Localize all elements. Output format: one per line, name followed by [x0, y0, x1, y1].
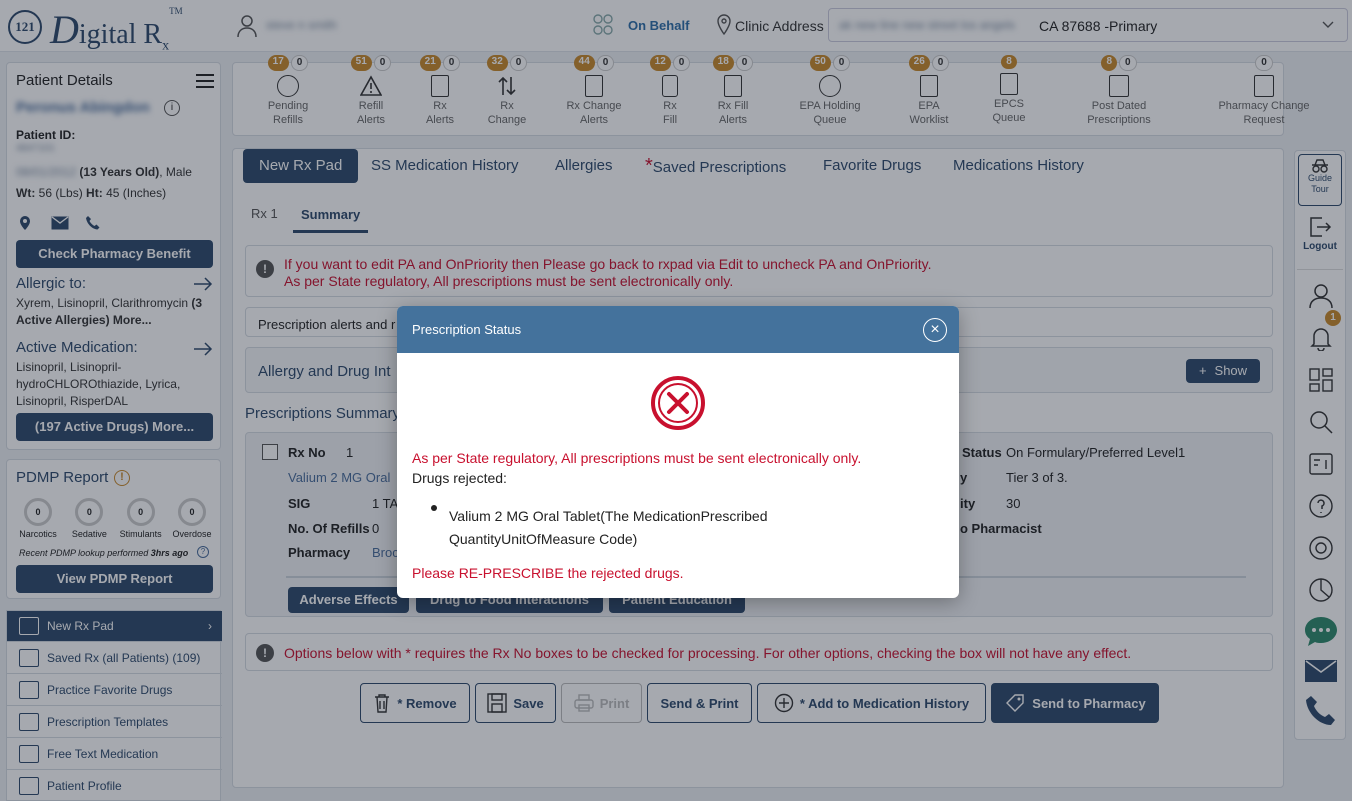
drugs-rejected-label: Drugs rejected: [412, 470, 507, 486]
error-x-icon [650, 375, 706, 431]
modal-error-message: As per State regulatory, All prescriptio… [412, 450, 862, 466]
represcribe-message: Please RE-PRESCRIBE the rejected drugs. [412, 565, 684, 581]
rejected-drug-item: Valium 2 MG Oral Tablet(The MedicationPr… [449, 508, 768, 547]
modal-header: Prescription Status × [397, 306, 959, 353]
close-icon[interactable]: × [923, 318, 947, 342]
list-bullet [431, 505, 437, 511]
modal-title: Prescription Status [412, 322, 522, 337]
prescription-status-modal: Prescription Status × As per State regul… [397, 306, 959, 598]
